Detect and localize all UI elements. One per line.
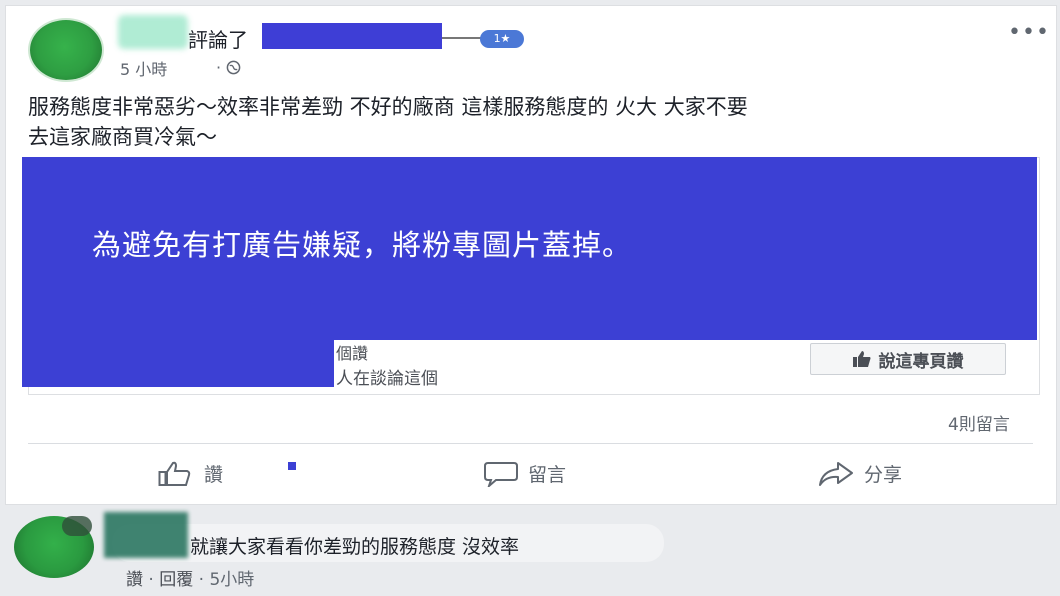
- comment-reply-link[interactable]: 回覆: [159, 570, 193, 590]
- comment-label: 留言: [528, 464, 567, 486]
- commenter-name-blurred[interactable]: [104, 512, 188, 558]
- share-arrow-icon: [819, 461, 853, 486]
- post-text-line-2: 去這家廠商買冷氣～: [28, 125, 217, 149]
- comment-button[interactable]: 留言: [484, 460, 566, 487]
- comment-text: 就讓大家看看你差勁的服務態度 沒效率: [190, 536, 520, 558]
- rating-badge[interactable]: 1★: [480, 30, 524, 48]
- like-label: 讚: [204, 464, 224, 486]
- redaction-notice: 為避免有打廣告嫌疑，將粉專圖片蓋掉。: [92, 228, 633, 262]
- page-name-redaction: [22, 340, 334, 387]
- globe-icon[interactable]: ·: [216, 58, 241, 77]
- author-avatar[interactable]: [30, 20, 102, 80]
- post-text-line-1: 服務態度非常惡劣～效率非常差勁 不好的廠商 這樣服務態度的 火大 大家不要: [28, 95, 748, 119]
- comment-actions: 讚 · 回覆 · 5小時: [126, 565, 254, 590]
- post-time[interactable]: 5 小時: [120, 56, 167, 80]
- more-options-icon[interactable]: •••: [1008, 20, 1050, 45]
- post-body: 服務態度非常惡劣～效率非常差勁 不好的廠商 這樣服務態度的 火大 大家不要 去這…: [28, 92, 1028, 152]
- post-action-text: 評論了: [188, 28, 248, 52]
- action-divider: [28, 443, 1033, 444]
- redacted-page-name: [262, 23, 442, 49]
- comment-count[interactable]: 4則留言: [948, 410, 1010, 435]
- page-talking-text: 人在談論這個: [336, 369, 438, 389]
- share-label: 分享: [864, 464, 903, 486]
- like-page-label: 說這專頁讚: [878, 351, 964, 372]
- like-button[interactable]: 讚: [158, 460, 223, 487]
- author-name-blurred[interactable]: [118, 15, 188, 49]
- redaction-dot: [288, 462, 296, 470]
- rating-connector-line: [442, 37, 482, 39]
- comment-sep-2: ·: [198, 570, 205, 590]
- page-likes-text: 個讚: [336, 344, 369, 363]
- comment-sep-1: ·: [148, 570, 154, 590]
- comment-time[interactable]: 5小時: [209, 570, 254, 590]
- thumbs-up-icon: [852, 351, 870, 367]
- thumbs-up-outline-icon: [158, 461, 191, 486]
- comment-like-link[interactable]: 讚: [126, 570, 143, 590]
- like-page-button[interactable]: 說這專頁讚: [810, 343, 1006, 375]
- comment-bubble-icon: [484, 461, 518, 487]
- share-button[interactable]: 分享: [818, 460, 902, 487]
- commenter-avatar-shade: [62, 516, 92, 536]
